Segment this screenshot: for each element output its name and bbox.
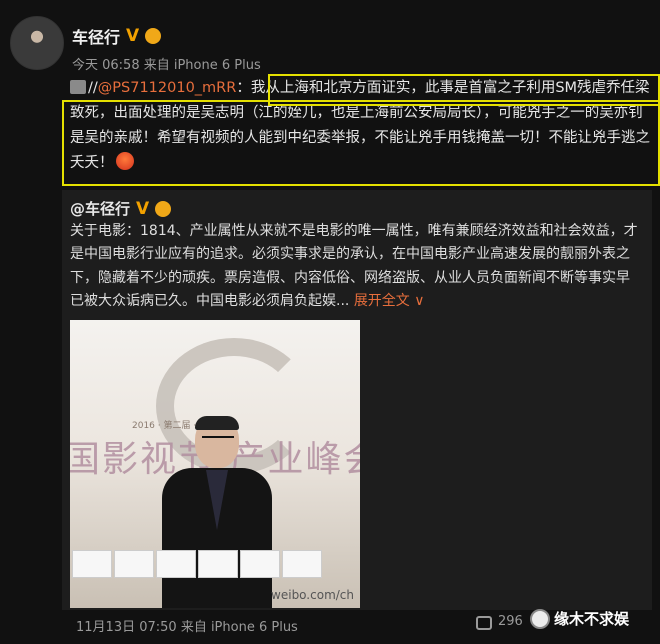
original-text: 关于电影：1814、产业属性从来就不是电影的唯一属性，唯有兼顾经济效益和社会效益… <box>70 220 640 314</box>
medal-icon <box>145 28 162 44</box>
verified-icon: V <box>126 26 140 46</box>
author-name[interactable]: 车径行 <box>72 24 120 48</box>
watermark-logo-icon <box>530 608 550 629</box>
original-post-card[interactable]: @车径行 V 关于电影：1814、产业属性从来就不是电影的唯一属性，唯有兼顾经济… <box>62 190 652 610</box>
author-avatar[interactable] <box>10 16 64 70</box>
angry-emoji-icon <box>115 152 134 170</box>
sponsor-logo <box>114 550 154 578</box>
post-meta: 今天 06:58 来自 iPhone 6 Plus <box>72 58 261 73</box>
medal-icon <box>155 200 172 217</box>
watermark-text: 缘木不求娱 <box>554 610 630 628</box>
sponsor-logo <box>156 550 196 578</box>
sponsor-logo <box>72 550 112 578</box>
author-header: 车径行 V <box>72 24 162 48</box>
mention-colon: ： <box>236 80 251 96</box>
voice-icon <box>70 80 86 94</box>
original-meta: 11月13日 07:50 来自 iPhone 6 Plus <box>76 620 298 635</box>
repost-text: //@PS7112010_mRR：我从上海和北京方面证实，此事是首富之子利用SM… <box>70 76 650 176</box>
site-watermark: 缘木不求娱 <box>530 608 629 629</box>
original-author-name[interactable]: @车径行 <box>70 198 130 219</box>
repost-count[interactable]: 296 <box>498 614 523 629</box>
share-icon[interactable] <box>476 616 492 630</box>
sponsor-logo <box>198 550 238 578</box>
expand-full-text-link[interactable]: 展开全文 ∨ <box>354 293 425 309</box>
sponsor-logo <box>282 550 322 578</box>
glasses <box>202 436 234 445</box>
hair <box>195 416 239 430</box>
original-author: @车径行 V <box>70 198 172 219</box>
sponsor-logo <box>240 550 280 578</box>
mention-link[interactable]: @PS7112010_mRR <box>98 80 237 96</box>
repost-prefix: // <box>88 80 98 96</box>
verified-icon: V <box>136 198 150 219</box>
post-photo[interactable]: 2016 · 第二届 · 山海关 国影视节 产业峰会 weibo.com/ch <box>70 320 360 608</box>
photo-watermark: weibo.com/ch <box>271 588 354 602</box>
